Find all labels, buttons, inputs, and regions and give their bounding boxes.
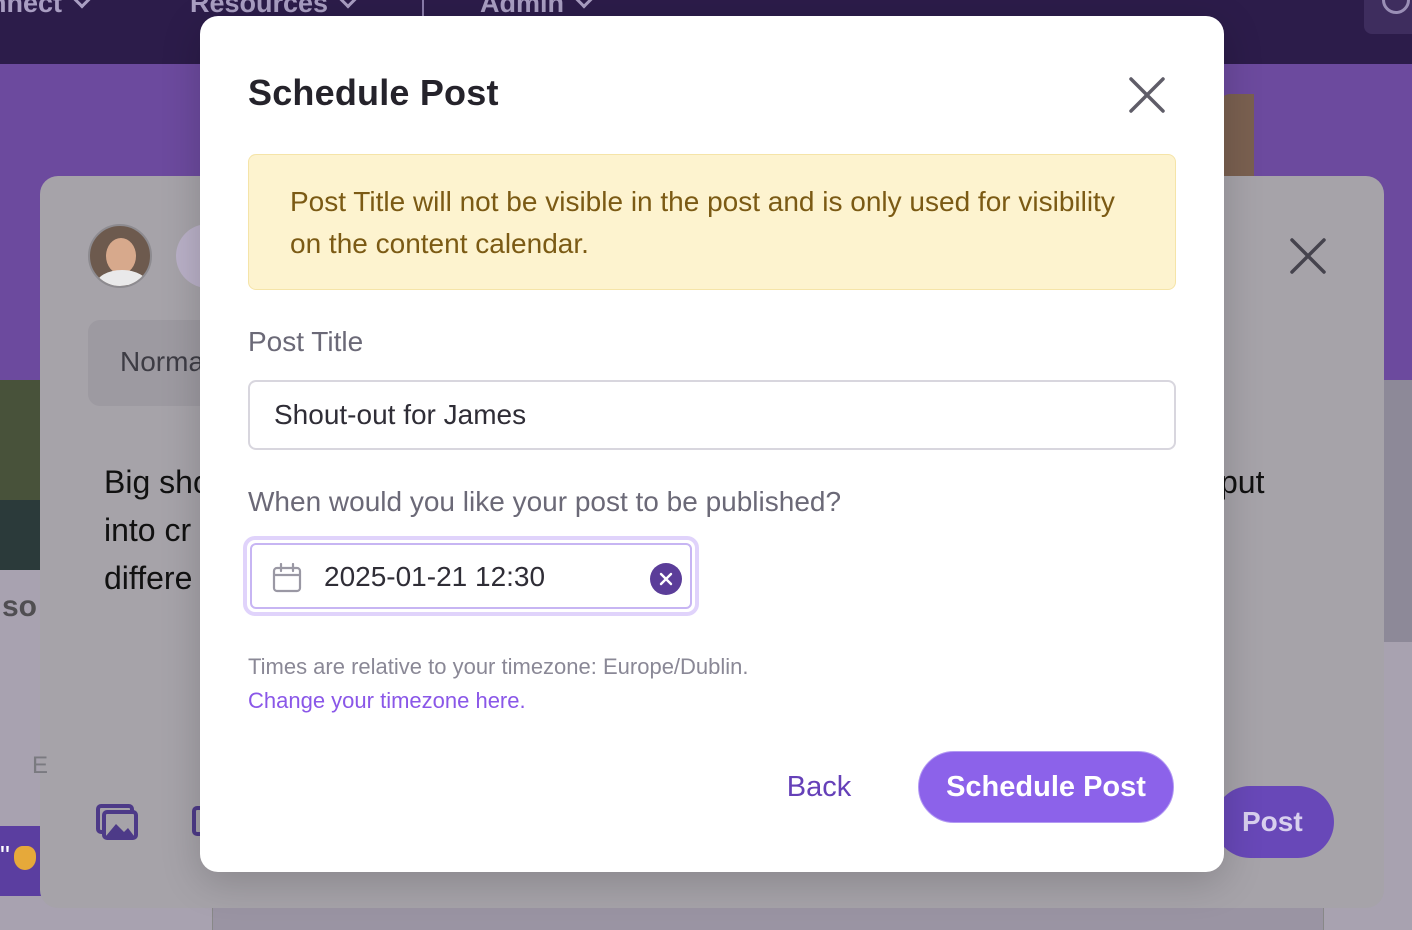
- datetime-value: 2025-01-21 12:30: [324, 561, 546, 592]
- composer-text-line: put: [1220, 464, 1265, 500]
- alert-text: Post Title will not be visible in the po…: [290, 186, 1115, 259]
- schedule-post-button[interactable]: Schedule Post: [918, 751, 1174, 823]
- composer-text-line: differe: [104, 560, 193, 596]
- avatar: [88, 224, 152, 288]
- nav-divider: [422, 0, 424, 16]
- gallery-icon[interactable]: [96, 804, 138, 840]
- clear-icon: [659, 572, 673, 586]
- change-timezone-link[interactable]: Change your timezone here.: [248, 688, 526, 714]
- post-button[interactable]: Post: [1214, 786, 1334, 858]
- close-icon[interactable]: [1128, 76, 1166, 114]
- info-alert: Post Title will not be visible in the po…: [248, 154, 1176, 290]
- clear-date-button[interactable]: [650, 563, 682, 595]
- schedule-post-modal: Schedule Post Post Title will not be vis…: [200, 16, 1224, 872]
- composer-text[interactable]: Big sho into cr differe: [104, 458, 211, 602]
- background-text: E: [32, 752, 49, 779]
- chevron-down-icon: [73, 0, 91, 9]
- background-card: [212, 906, 1324, 930]
- background-card: [1384, 380, 1412, 642]
- composer-text-line: into cr: [104, 512, 192, 548]
- publish-time-label: When would you like your post to be publ…: [248, 486, 842, 517]
- composer-text-line: Big sho: [104, 464, 211, 500]
- close-icon[interactable]: [1288, 236, 1328, 276]
- nav-item-label: nnect: [0, 0, 63, 18]
- calendar-icon: [272, 563, 302, 593]
- background-text: so: [2, 590, 38, 623]
- background-photo: [0, 380, 40, 570]
- background-badge-text: ": [0, 840, 10, 871]
- modal-title: Schedule Post: [248, 72, 499, 113]
- format-select-label: Norma: [120, 346, 205, 377]
- datetime-field[interactable]: 2025-01-21 12:30: [250, 543, 692, 609]
- datetime-picker[interactable]: 2025-01-21 12:30: [243, 536, 699, 616]
- wave-emoji-icon: [14, 846, 36, 870]
- timezone-note: Times are relative to your timezone: Eur…: [248, 654, 749, 679]
- nav-item-connect[interactable]: nnect: [0, 0, 91, 19]
- post-title-input[interactable]: [248, 380, 1176, 450]
- chevron-down-icon: [339, 0, 357, 9]
- post-button-label: Post: [1242, 806, 1303, 837]
- background-badge: ": [0, 826, 42, 896]
- post-title-label: Post Title: [248, 326, 364, 357]
- chevron-down-icon: [575, 0, 593, 9]
- back-button[interactable]: Back: [770, 752, 868, 822]
